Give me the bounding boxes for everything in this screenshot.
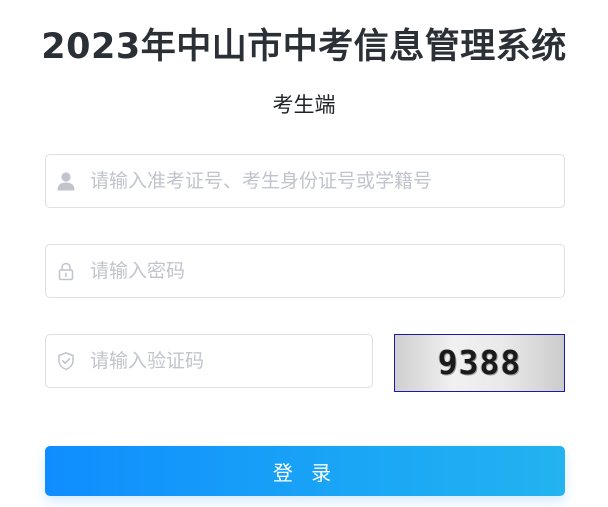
login-page: 2023年中山市中考信息管理系统 考生端 请输入准考证号、考生身份证号或学籍号 … (0, 0, 608, 507)
login-button[interactable]: 登 录 (45, 446, 565, 496)
username-input[interactable] (90, 155, 550, 207)
password-input[interactable] (90, 245, 550, 297)
captcha-input[interactable] (90, 335, 360, 387)
captcha-field[interactable] (45, 334, 373, 388)
page-subtitle: 考生端 (272, 93, 336, 117)
password-field[interactable] (45, 244, 565, 298)
shield-icon (56, 351, 76, 371)
username-field[interactable] (45, 154, 565, 208)
captcha-image[interactable]: 9388 (394, 334, 565, 392)
page-title: 2023年中山市中考信息管理系统 (41, 27, 567, 67)
user-icon (56, 171, 76, 191)
captcha-text: 9388 (437, 343, 522, 382)
lock-icon (56, 261, 76, 281)
